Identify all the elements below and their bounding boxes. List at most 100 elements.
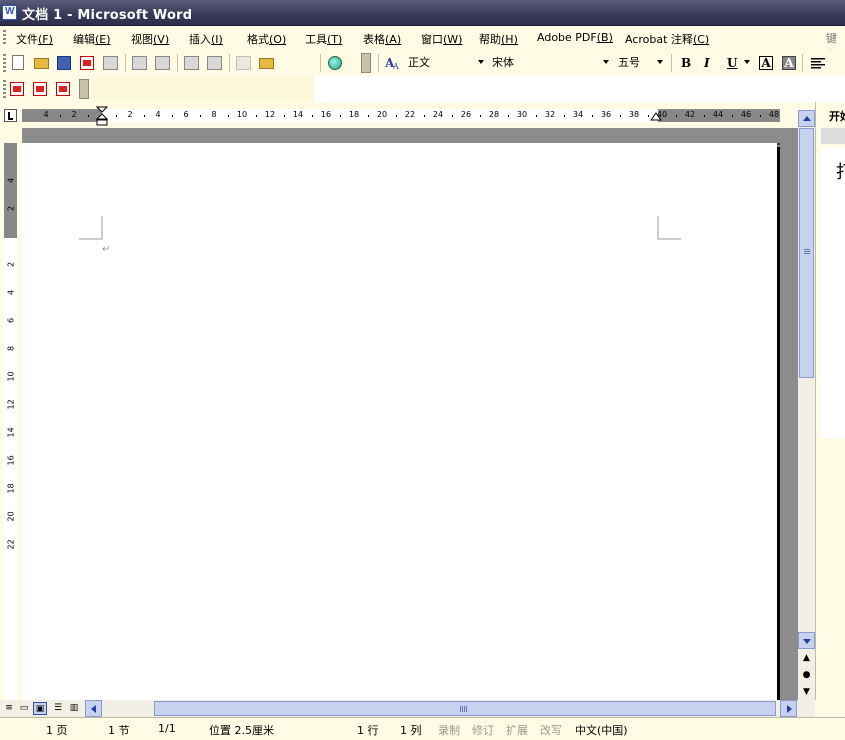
font-size-dropdown[interactable]: 五号 bbox=[618, 54, 640, 72]
ruler-tick bbox=[592, 115, 593, 117]
char-shading-button[interactable]: A bbox=[782, 56, 796, 70]
scroll-up-button[interactable] bbox=[798, 110, 815, 127]
toolbar-separator bbox=[320, 54, 321, 72]
pdf-email-icon[interactable] bbox=[33, 82, 47, 96]
reading-layout-view-icon[interactable]: ▥ bbox=[67, 702, 81, 715]
status-position[interactable]: 位置 2.5厘米 bbox=[209, 722, 274, 738]
font-dropdown[interactable]: 宋体 bbox=[492, 54, 514, 72]
horizontal-ruler[interactable]: 4 2 2 4 6 8 10 12 14 16 18 20 22 24 26 28 30 32 34 36 38 40 42… bbox=[22, 109, 780, 122]
toolbar-options-icon[interactable] bbox=[79, 79, 89, 99]
next-page-icon[interactable]: ▼ bbox=[799, 685, 814, 700]
font-size-dropdown-arrow[interactable] bbox=[657, 60, 663, 64]
web-layout-view-icon[interactable]: ▭ bbox=[17, 702, 31, 715]
status-column[interactable]: 1 列 bbox=[400, 722, 422, 738]
vertical-ruler[interactable]: 4 2 2 4 6 8 10 12 14 16 18 20 22 bbox=[4, 143, 17, 700]
underline-dropdown-arrow[interactable] bbox=[744, 60, 750, 64]
print-layout-view-icon[interactable]: ▣ bbox=[33, 702, 47, 715]
ruler-label: 14 bbox=[292, 110, 304, 119]
ruler-label: 4 bbox=[6, 289, 16, 296]
spelling-icon[interactable] bbox=[155, 56, 170, 70]
status-track-changes[interactable]: 修订 bbox=[472, 722, 494, 738]
menu-view[interactable]: 视图(V) bbox=[131, 31, 169, 47]
research-icon[interactable] bbox=[184, 56, 199, 70]
hyperlink-icon[interactable] bbox=[328, 56, 342, 70]
title-bar: 文档 1 - Microsoft Word bbox=[0, 0, 845, 26]
tab-stop-selector[interactable] bbox=[4, 109, 17, 122]
print-icon[interactable] bbox=[103, 56, 118, 70]
word-app-icon[interactable] bbox=[2, 5, 17, 20]
permission-icon[interactable] bbox=[80, 56, 94, 70]
ruler-label: 6 bbox=[183, 110, 189, 119]
menu-bar-grip[interactable] bbox=[3, 30, 6, 46]
menu-table[interactable]: 表格(A) bbox=[363, 31, 401, 47]
toolbar-grip[interactable] bbox=[3, 80, 6, 98]
ruler-tick bbox=[340, 115, 341, 117]
ruler-tick bbox=[144, 115, 145, 117]
status-page[interactable]: 1 页 bbox=[46, 722, 68, 738]
font-dropdown-arrow[interactable] bbox=[603, 60, 609, 64]
ruler-tick bbox=[508, 115, 509, 117]
menu-tools[interactable]: 工具(T) bbox=[305, 31, 342, 47]
status-section[interactable]: 1 节 bbox=[108, 722, 130, 738]
format-painter-icon[interactable] bbox=[236, 56, 251, 70]
toolbar-grip[interactable] bbox=[3, 54, 6, 72]
ruler-label: 24 bbox=[432, 110, 444, 119]
indent-marker[interactable] bbox=[96, 106, 108, 126]
toolbar-separator bbox=[802, 54, 803, 72]
menu-window[interactable]: 窗口(W) bbox=[421, 31, 462, 47]
copy-icon[interactable] bbox=[207, 56, 222, 70]
vertical-scrollbar[interactable] bbox=[798, 110, 815, 700]
ruler-label: 38 bbox=[628, 110, 640, 119]
new-doc-icon[interactable] bbox=[12, 55, 24, 70]
style-dropdown-arrow[interactable] bbox=[478, 60, 484, 64]
previous-page-icon[interactable]: ▲ bbox=[799, 651, 814, 666]
ruler-tick bbox=[396, 115, 397, 117]
bold-button[interactable]: B bbox=[681, 56, 691, 70]
save-icon[interactable] bbox=[57, 56, 71, 70]
ruler-tick bbox=[172, 115, 173, 117]
right-indent-marker[interactable] bbox=[650, 112, 662, 122]
menu-insert[interactable]: 插入(I) bbox=[189, 31, 223, 47]
scroll-down-button[interactable] bbox=[798, 632, 815, 649]
task-pane-nav[interactable] bbox=[821, 128, 845, 144]
print-preview-icon[interactable] bbox=[132, 56, 147, 70]
task-pane-title: 开始 bbox=[829, 110, 845, 123]
paragraph-mark: ↵ bbox=[102, 244, 111, 255]
scroll-left-button[interactable] bbox=[85, 700, 102, 717]
status-record[interactable]: 录制 bbox=[438, 722, 460, 738]
ruler-label: 6 bbox=[6, 317, 16, 324]
status-line[interactable]: 1 行 bbox=[357, 722, 379, 738]
normal-view-icon[interactable]: ≡ bbox=[2, 702, 16, 715]
browse-object-icon[interactable]: ● bbox=[799, 668, 814, 683]
align-left-icon[interactable] bbox=[810, 57, 826, 69]
menu-format[interactable]: 格式(O) bbox=[247, 31, 286, 47]
ruler-label: 28 bbox=[488, 110, 500, 119]
style-dropdown[interactable]: 正文 bbox=[408, 54, 430, 72]
status-page-of[interactable]: 1/1 bbox=[158, 722, 176, 735]
menu-adobe-pdf[interactable]: Adobe PDF(B) bbox=[537, 31, 613, 44]
status-overtype[interactable]: 改写 bbox=[540, 722, 562, 738]
status-language[interactable]: 中文(中国) bbox=[575, 722, 628, 738]
toolbar-options-icon[interactable] bbox=[361, 53, 371, 73]
underline-button[interactable]: U bbox=[727, 56, 737, 70]
status-extend[interactable]: 扩展 bbox=[506, 722, 528, 738]
ruler-tick bbox=[60, 115, 61, 117]
horizontal-scroll-area: ≡ ▭ ▣ ☰ ▥ bbox=[0, 700, 815, 717]
char-border-button[interactable]: A bbox=[759, 56, 773, 70]
vertical-scroll-thumb[interactable] bbox=[799, 128, 814, 378]
ruler-tick bbox=[200, 115, 201, 117]
pdf-convert-icon[interactable] bbox=[10, 82, 24, 96]
menu-help[interactable]: 帮助(H) bbox=[479, 31, 518, 47]
horizontal-scroll-thumb[interactable] bbox=[154, 701, 776, 716]
menu-acrobat-comments[interactable]: Acrobat 注释(C) bbox=[625, 31, 709, 47]
open-folder-icon[interactable] bbox=[34, 58, 49, 69]
styles-pane-icon[interactable]: A A bbox=[384, 55, 404, 71]
pdf-review-icon[interactable] bbox=[56, 82, 70, 96]
ruler-label: 2 bbox=[71, 110, 77, 119]
scroll-right-button[interactable] bbox=[780, 700, 797, 717]
menu-file[interactable]: 文件(F) bbox=[16, 31, 53, 47]
menu-edit[interactable]: 编辑(E) bbox=[73, 31, 111, 47]
paste-icon[interactable] bbox=[259, 58, 274, 69]
italic-button[interactable]: I bbox=[704, 56, 710, 70]
outline-view-icon[interactable]: ☰ bbox=[51, 702, 65, 715]
